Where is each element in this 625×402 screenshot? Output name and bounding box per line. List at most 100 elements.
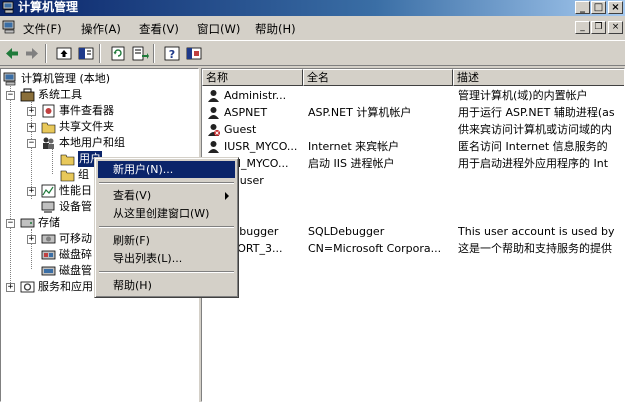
menu-separator bbox=[99, 226, 234, 228]
maximize-button[interactable]: □ bbox=[591, 1, 606, 14]
mdi-minimize-button[interactable]: _ bbox=[575, 21, 590, 34]
export-list-icon[interactable] bbox=[131, 45, 149, 62]
column-header-fullname[interactable]: 全名 bbox=[303, 69, 453, 86]
collapse-toggle[interactable]: − bbox=[27, 139, 36, 148]
tree-line bbox=[52, 149, 53, 174]
collapse-toggle[interactable]: − bbox=[6, 219, 15, 228]
toolbar-separator bbox=[99, 44, 101, 63]
computer-icon bbox=[3, 72, 16, 86]
computer-management-icon bbox=[2, 1, 14, 14]
tree-label: 共享文件夹 bbox=[59, 120, 114, 133]
toolbar-separator bbox=[45, 44, 47, 63]
expand-toggle[interactable]: + bbox=[6, 283, 15, 292]
table-row[interactable]: sqluser bbox=[202, 173, 624, 189]
up-folder-icon[interactable] bbox=[55, 45, 73, 62]
tree-label: 组 bbox=[78, 168, 89, 181]
cell-name: Administr... bbox=[224, 89, 287, 102]
cell-description: 这是一个帮助和支持服务的提供 bbox=[458, 242, 612, 255]
refresh-icon[interactable] bbox=[109, 45, 127, 62]
expand-toggle[interactable]: + bbox=[27, 235, 36, 244]
toolbar-separator bbox=[153, 44, 155, 63]
table-row[interactable]: IUSR_MYCO... Internet 来宾帐户 匿名访问 Internet 信… bbox=[202, 139, 624, 155]
menu-separator bbox=[99, 182, 234, 184]
tree-label: 计算机管理 (本地) bbox=[21, 72, 111, 85]
menu-item-label: 查看(V) bbox=[113, 189, 152, 202]
removable-storage-icon bbox=[41, 234, 56, 244]
tree-label: 性能日 bbox=[59, 184, 92, 197]
expand-toggle[interactable]: + bbox=[27, 123, 36, 132]
menu-window[interactable]: 窗口(W) bbox=[197, 21, 240, 37]
storage-icon bbox=[20, 218, 35, 228]
list-view-pane[interactable]: 名称 全名 描述 Administr... 管理计算机(域)的内置帐户 ASPNET… bbox=[201, 68, 625, 402]
table-row[interactable]: Administr... 管理计算机(域)的内置帐户 bbox=[202, 88, 624, 104]
cell-fullname: ASP.NET 计算机帐户 bbox=[308, 106, 412, 119]
device-manager-icon bbox=[41, 201, 55, 213]
column-header-description[interactable]: 描述 bbox=[453, 69, 624, 86]
tree-label: 可移动 bbox=[59, 232, 92, 245]
table-row[interactable]: Debugger SQLDebugger This user account is … bbox=[202, 224, 624, 240]
help-icon[interactable]: ? bbox=[163, 45, 181, 62]
column-header-name[interactable]: 名称 bbox=[202, 69, 303, 86]
toolbox-icon bbox=[20, 88, 35, 102]
cell-description: 用于运行 ASP.NET 辅助进程(as bbox=[458, 106, 615, 119]
expand-toggle[interactable]: + bbox=[27, 187, 36, 196]
cell-name: Guest bbox=[224, 123, 257, 136]
tree-line bbox=[10, 83, 11, 283]
folder-icon bbox=[60, 154, 75, 166]
tree-label: 存储 bbox=[38, 216, 60, 229]
tree-label: 本地用户和组 bbox=[59, 136, 125, 149]
cell-description: 匿名访问 Internet 信息服务的 bbox=[458, 140, 608, 153]
mdi-restore-button[interactable]: ❐ bbox=[591, 21, 606, 34]
close-button[interactable]: × bbox=[608, 1, 623, 14]
user-icon bbox=[208, 90, 219, 102]
disk-management-icon bbox=[41, 266, 56, 276]
cell-fullname: Internet 来宾帐户 bbox=[308, 140, 400, 153]
menu-file[interactable]: 文件(F) bbox=[23, 21, 62, 37]
cell-fullname: SQLDebugger bbox=[308, 225, 385, 238]
services-apps-icon bbox=[20, 281, 35, 293]
table-row[interactable]: ASPNET ASP.NET 计算机帐户 用于运行 ASP.NET 辅助进程(as bbox=[202, 105, 624, 121]
users-group-icon bbox=[43, 137, 54, 149]
menu-separator bbox=[99, 271, 234, 273]
cell-description: 管理计算机(域)的内置帐户 bbox=[458, 89, 588, 102]
table-row[interactable]: AM_MYCO... 启动 IIS 进程帐户 用于启动进程外应用程序的 Int bbox=[202, 156, 624, 172]
mmc-console-icon bbox=[2, 20, 15, 34]
cell-description: 用于启动进程外应用程序的 Int bbox=[458, 157, 609, 170]
mdi-close-button[interactable]: × bbox=[608, 21, 623, 34]
menu-item-export-list[interactable]: 导出列表(L)... bbox=[98, 250, 235, 267]
minimize-button[interactable]: _ bbox=[575, 1, 590, 14]
show-hide-tree-icon[interactable] bbox=[77, 45, 95, 62]
disk-defrag-icon bbox=[41, 250, 56, 260]
shared-folder-icon bbox=[41, 122, 56, 134]
toolbar: ? bbox=[0, 40, 625, 66]
table-row[interactable]: PPORT_3... CN=Microsoft Corpora... 这是一个帮助和… bbox=[202, 241, 624, 257]
collapse-toggle[interactable]: − bbox=[6, 91, 15, 100]
expand-toggle[interactable]: + bbox=[27, 107, 36, 116]
back-arrow-icon[interactable] bbox=[3, 45, 21, 62]
event-viewer-icon bbox=[42, 104, 55, 118]
menu-item-refresh[interactable]: 刷新(F) bbox=[98, 232, 235, 249]
menu-item-new-window[interactable]: 从这里创建窗口(W) bbox=[98, 205, 235, 222]
folder-icon bbox=[60, 170, 75, 182]
cell-fullname: 启动 IIS 进程帐户 bbox=[308, 157, 395, 170]
cell-name: IUSR_MYCO... bbox=[224, 140, 298, 153]
context-menu: 新用户(N)... 查看(V) 从这里创建窗口(W) 刷新(F) 导出列表(L)… bbox=[94, 157, 239, 298]
table-row[interactable]: sql bbox=[202, 190, 624, 206]
table-row[interactable]: vu bbox=[202, 207, 624, 223]
menu-item-help[interactable]: 帮助(H) bbox=[98, 277, 235, 294]
table-row[interactable]: Guest 供来宾访问计算机或访问域的内 bbox=[202, 122, 624, 138]
forward-arrow-icon[interactable] bbox=[23, 45, 41, 62]
menu-item-new-user[interactable]: 新用户(N)... bbox=[98, 161, 235, 178]
menu-action[interactable]: 操作(A) bbox=[81, 21, 121, 37]
window-title: 计算机管理 bbox=[18, 0, 79, 14]
menu-help[interactable]: 帮助(H) bbox=[255, 21, 296, 37]
tree-label: 磁盘碎 bbox=[59, 248, 92, 261]
tree-label: 磁盘管 bbox=[59, 264, 92, 277]
menu-item-view[interactable]: 查看(V) bbox=[98, 187, 235, 204]
menu-view[interactable]: 查看(V) bbox=[139, 21, 179, 37]
performance-icon bbox=[41, 184, 56, 198]
cell-fullname: CN=Microsoft Corpora... bbox=[308, 242, 442, 255]
cell-description: This user account is used by bbox=[458, 225, 615, 238]
properties-icon[interactable] bbox=[185, 45, 203, 62]
svg-text:?: ? bbox=[169, 48, 175, 61]
